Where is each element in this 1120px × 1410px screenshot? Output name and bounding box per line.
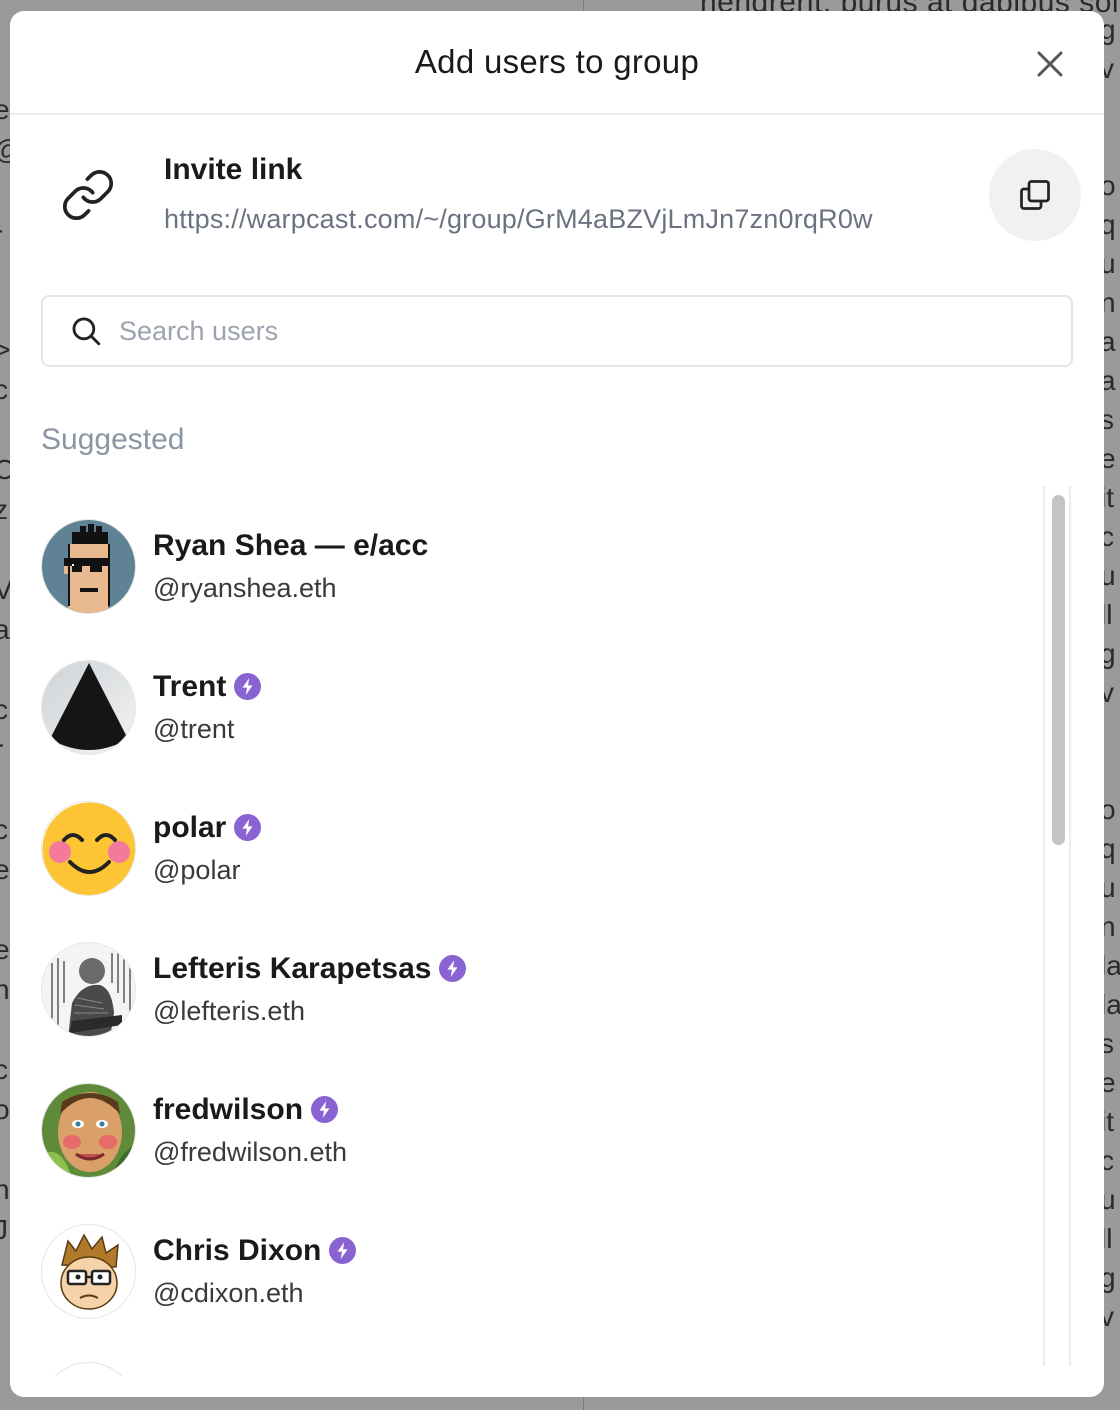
user-handle: @cdixon.eth <box>153 1277 304 1308</box>
verified-badge-icon <box>234 673 262 700</box>
copy-icon <box>1020 180 1050 210</box>
user-name: Chris Dixon <box>153 1233 322 1267</box>
user-row[interactable]: polar @polar <box>41 798 1031 898</box>
user-name: polar <box>153 810 227 844</box>
user-row[interactable]: Trent @trent <box>41 657 1031 757</box>
painted-face-avatar-icon <box>42 1083 135 1177</box>
user-handle: @polar <box>153 854 241 885</box>
pixel-punk-avatar-icon <box>42 519 135 613</box>
suggested-heading: Suggested <box>41 423 185 456</box>
invite-link-title: Invite link <box>164 153 303 186</box>
avatar <box>41 659 136 755</box>
avatar <box>41 1082 136 1178</box>
link-icon <box>62 169 114 221</box>
modal-title: Add users to group <box>414 43 700 80</box>
verified-badge-icon <box>329 1237 357 1264</box>
sketch-portrait-avatar-icon <box>42 942 135 1036</box>
dark-pyramid-avatar-icon <box>42 660 135 754</box>
invite-link-url[interactable]: https://warpcast.com/~/group/GrM4aBZVjLm… <box>164 204 873 235</box>
scrollbar-thumb[interactable] <box>1052 495 1065 845</box>
smiley-face-avatar-icon <box>42 801 135 895</box>
invite-link-section: Invite link https://warpcast.com/~/group… <box>10 115 1104 295</box>
avatar <box>41 1223 136 1319</box>
cartoon-glasses-avatar-icon <box>42 1224 135 1318</box>
user-row[interactable]: Ryan Shea — e/acc @ryanshea.eth <box>41 516 1031 616</box>
user-name: Ryan Shea — e/acc <box>153 528 429 562</box>
close-button[interactable] <box>1030 44 1070 84</box>
verified-badge-icon <box>234 814 262 841</box>
user-row[interactable]: Chris Dixon @cdixon.eth <box>41 1221 1031 1321</box>
avatar <box>41 518 136 614</box>
close-icon <box>1037 51 1063 77</box>
avatar <box>41 800 136 896</box>
user-row[interactable]: fredwilson @fredwilson.eth <box>41 1080 1031 1180</box>
user-name: Lefteris Karapetsas <box>153 951 432 985</box>
user-row[interactable]: Lefteris Karapetsas @lefteris.eth <box>41 939 1031 1039</box>
copy-link-button[interactable] <box>989 149 1081 241</box>
background-divider <box>583 1396 584 1410</box>
add-users-modal: Add users to group Invite link https://w… <box>10 11 1104 1397</box>
user-handle: @ryanshea.eth <box>153 572 337 603</box>
avatar <box>41 941 136 1037</box>
search-icon <box>72 317 101 346</box>
user-handle: @lefteris.eth <box>153 995 305 1026</box>
suggested-users-list: Ryan Shea — e/acc @ryanshea.eth Trent @t… <box>10 486 1045 1376</box>
modal-header: Add users to group <box>10 11 1104 115</box>
list-scrollbar[interactable] <box>1043 486 1071 1366</box>
search-input[interactable] <box>119 315 1019 347</box>
avatar <box>41 1362 136 1376</box>
user-handle: @trent <box>153 713 235 744</box>
user-handle: @fredwilson.eth <box>153 1136 347 1167</box>
search-box[interactable] <box>41 295 1073 367</box>
verified-badge-icon <box>311 1096 339 1123</box>
user-name: Trent <box>153 669 227 703</box>
user-name: fredwilson <box>153 1092 304 1126</box>
verified-badge-icon <box>439 955 467 982</box>
